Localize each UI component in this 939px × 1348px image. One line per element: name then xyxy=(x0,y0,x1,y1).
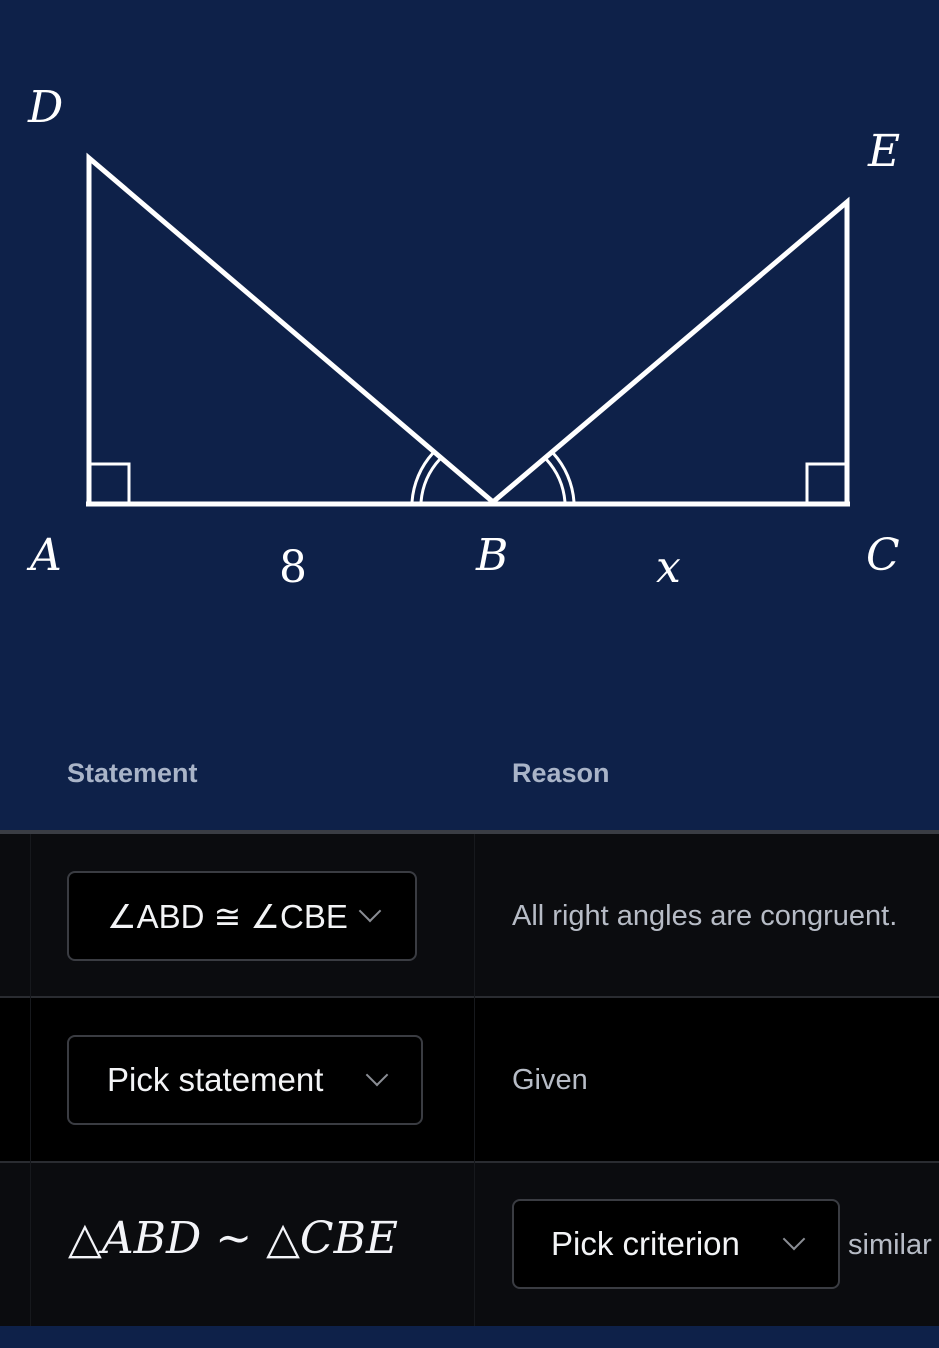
chevron-down-icon xyxy=(365,1063,389,1087)
statement-column-header: Statement xyxy=(67,758,198,788)
reason-suffix-text: similar xyxy=(848,1229,932,1261)
similarity-statement: △ABD ∼ △CBE xyxy=(68,1213,398,1264)
point-label-b: B xyxy=(476,530,509,581)
similar-symbol: ∼ xyxy=(201,1213,267,1264)
bottom-bar xyxy=(0,1326,939,1348)
segment-label-ab: 8 xyxy=(279,542,307,593)
point-label-c: C xyxy=(866,530,900,581)
point-label-d: D xyxy=(28,82,64,133)
proof-row-1: ∠ABD ≅ ∠CBE All right angles are congrue… xyxy=(0,834,939,997)
reason-column-header: Reason xyxy=(512,758,610,788)
chevron-down-icon xyxy=(358,899,382,923)
chevron-down-icon xyxy=(782,1227,806,1251)
triangle-symbol: △ xyxy=(266,1213,300,1264)
reason-text-row-1: All right angles are congruent. xyxy=(512,900,898,932)
statement-dropdown-row-1[interactable]: ∠ABD ≅ ∠CBE xyxy=(67,871,417,961)
point-label-e: E xyxy=(868,126,901,177)
triangles-figure xyxy=(86,152,850,507)
statement-dropdown-placeholder: Pick statement xyxy=(107,1061,324,1098)
right-angle-mark-c xyxy=(805,462,845,502)
table-column-divider xyxy=(474,834,475,1326)
criterion-dropdown-placeholder: Pick criterion xyxy=(551,1225,740,1262)
segment-label-bc: x xyxy=(656,542,681,593)
triangle-abd xyxy=(86,152,495,504)
triangle-symbol: △ xyxy=(68,1213,102,1264)
triangle-name-abd: ABD xyxy=(101,1213,202,1264)
proof-row-3: △ABD ∼ △CBE Pick criterion similar xyxy=(0,1163,939,1326)
statement-dropdown-value: ∠ABD ≅ ∠CBE xyxy=(107,897,348,935)
point-label-a: A xyxy=(30,530,62,581)
geometry-diagram: D E A B C 8 x xyxy=(0,0,939,700)
table-left-border xyxy=(30,834,31,1326)
triangle-name-cbe: CBE xyxy=(299,1213,399,1264)
reason-text-row-2: Given xyxy=(512,1064,588,1096)
criterion-dropdown[interactable]: Pick criterion xyxy=(512,1199,840,1289)
right-angle-mark-a xyxy=(91,462,131,502)
proof-row-2: Pick statement Given xyxy=(0,998,939,1161)
triangle-cbe xyxy=(491,196,850,504)
statement-dropdown-row-2[interactable]: Pick statement xyxy=(67,1035,423,1125)
